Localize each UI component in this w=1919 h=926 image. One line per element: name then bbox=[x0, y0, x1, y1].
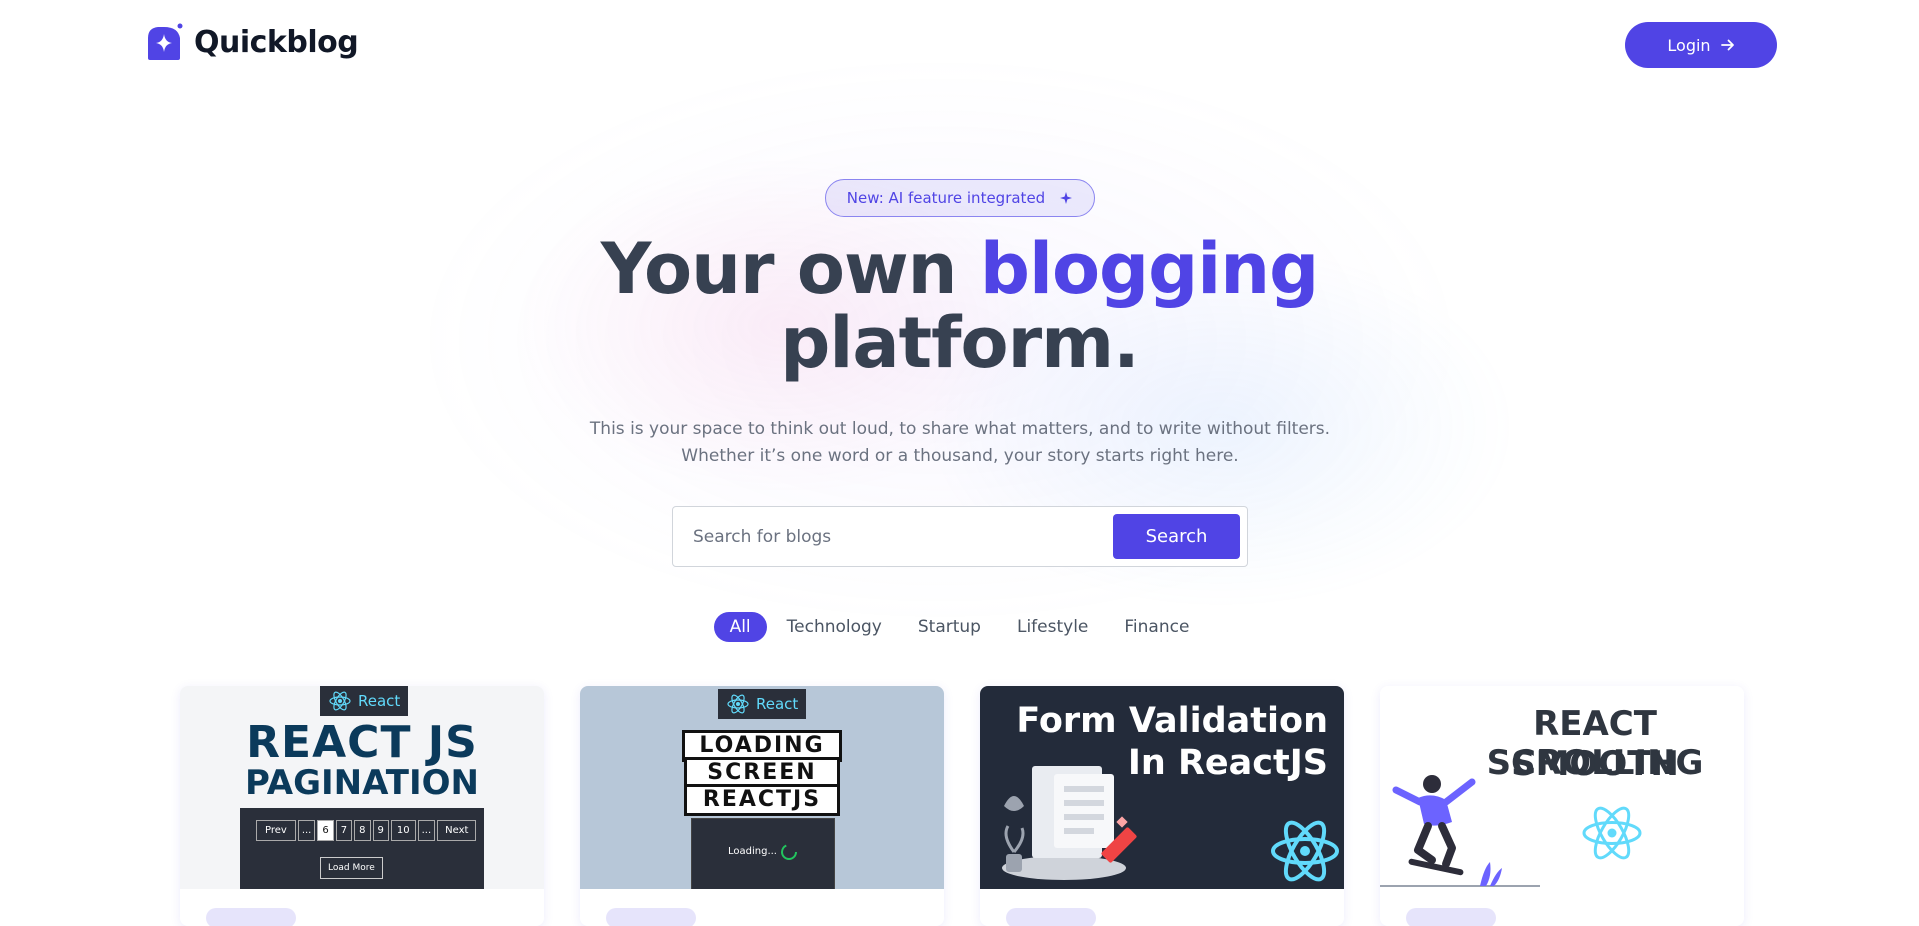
pager-item: 9 bbox=[372, 820, 389, 841]
loading-preview: Loading... bbox=[691, 818, 835, 889]
react-atom-icon bbox=[1582, 806, 1642, 860]
filter-all[interactable]: All bbox=[713, 612, 767, 642]
login-label: Login bbox=[1667, 35, 1711, 55]
filter-technology[interactable]: Technology bbox=[771, 612, 898, 642]
login-button[interactable]: Login bbox=[1625, 22, 1777, 68]
hero-title-accent: blogging bbox=[979, 228, 1319, 310]
filter-finance[interactable]: Finance bbox=[1108, 612, 1205, 642]
filter-lifestyle[interactable]: Lifestyle bbox=[1001, 612, 1104, 642]
hero-title: Your own blogging platform. bbox=[0, 232, 1919, 380]
ai-feature-badge: New: AI feature integrated bbox=[825, 179, 1095, 217]
load-more-preview: Load More bbox=[320, 857, 383, 879]
skater-illustration bbox=[1380, 775, 1540, 887]
pager-item: 7 bbox=[335, 820, 353, 841]
search-input[interactable] bbox=[691, 525, 1113, 548]
react-chip: React bbox=[320, 686, 409, 716]
arrow-right-icon bbox=[1720, 39, 1734, 51]
react-chip: React bbox=[718, 689, 807, 719]
hero-title-part2: platform. bbox=[780, 302, 1139, 384]
brand-name: Quickblog bbox=[194, 24, 359, 60]
react-atom-icon bbox=[329, 691, 351, 711]
pagination-preview: Prev ... 6 7 8 9 10 ... Next Load More bbox=[240, 808, 484, 889]
blog-card[interactable]: React LOADING SCREEN REACTJS Loading... bbox=[580, 686, 944, 926]
pager-row: Prev ... 6 7 8 9 10 ... Next bbox=[256, 820, 477, 841]
blog-card-thumbnail: Form Validation In ReactJS bbox=[980, 686, 1344, 889]
sparkle-icon bbox=[1060, 192, 1073, 204]
badge-text: New: AI feature integrated bbox=[846, 189, 1046, 207]
react-chip-label: React bbox=[358, 692, 401, 710]
thumb-title-line3: REACTJS bbox=[684, 784, 840, 816]
category-filter: All Technology Startup Lifestyle Finance bbox=[0, 612, 1919, 642]
thumb-title-line1: Form Validation bbox=[1016, 701, 1328, 741]
pager-item: 6 bbox=[317, 820, 334, 841]
pager-item: ... bbox=[297, 820, 316, 841]
hero-subtitle: This is your space to think out loud, to… bbox=[589, 419, 1331, 466]
hero-title-part1: Your own bbox=[600, 228, 980, 310]
blog-card-thumbnail: React REACT JS PAGINATION Prev ... 6 7 8… bbox=[180, 686, 544, 889]
thumb-title-line1: REACT JS bbox=[246, 717, 478, 768]
spinner-icon bbox=[781, 844, 797, 860]
blog-card-thumbnail: REACT SMOOTH SCROLLING bbox=[1380, 686, 1744, 889]
filter-startup[interactable]: Startup bbox=[902, 612, 997, 642]
react-chip-label: React bbox=[756, 695, 799, 713]
blog-card-thumbnail: React LOADING SCREEN REACTJS Loading... bbox=[580, 686, 944, 889]
quickblog-logo-icon bbox=[148, 23, 183, 60]
thumb-title-line2: PAGINATION bbox=[245, 763, 479, 803]
blog-card[interactable]: React REACT JS PAGINATION Prev ... 6 7 8… bbox=[180, 686, 544, 926]
pager-item: Prev bbox=[256, 820, 296, 841]
pager-item: Next bbox=[437, 820, 477, 841]
react-atom-icon bbox=[1271, 820, 1339, 882]
react-atom-icon bbox=[727, 694, 749, 714]
search-form: Search bbox=[672, 506, 1248, 567]
blog-card[interactable]: REACT SMOOTH SCROLLING bbox=[1380, 686, 1744, 926]
loading-text: Loading... bbox=[728, 846, 777, 857]
pager-item: 10 bbox=[390, 820, 416, 841]
brand-logo[interactable]: Quickblog bbox=[144, 22, 359, 62]
blog-card[interactable]: Form Validation In ReactJS bbox=[980, 686, 1344, 926]
form-illustration bbox=[1002, 766, 1137, 880]
pager-item: 8 bbox=[354, 820, 371, 841]
pager-item: ... bbox=[417, 820, 436, 841]
search-button[interactable]: Search bbox=[1113, 514, 1240, 559]
